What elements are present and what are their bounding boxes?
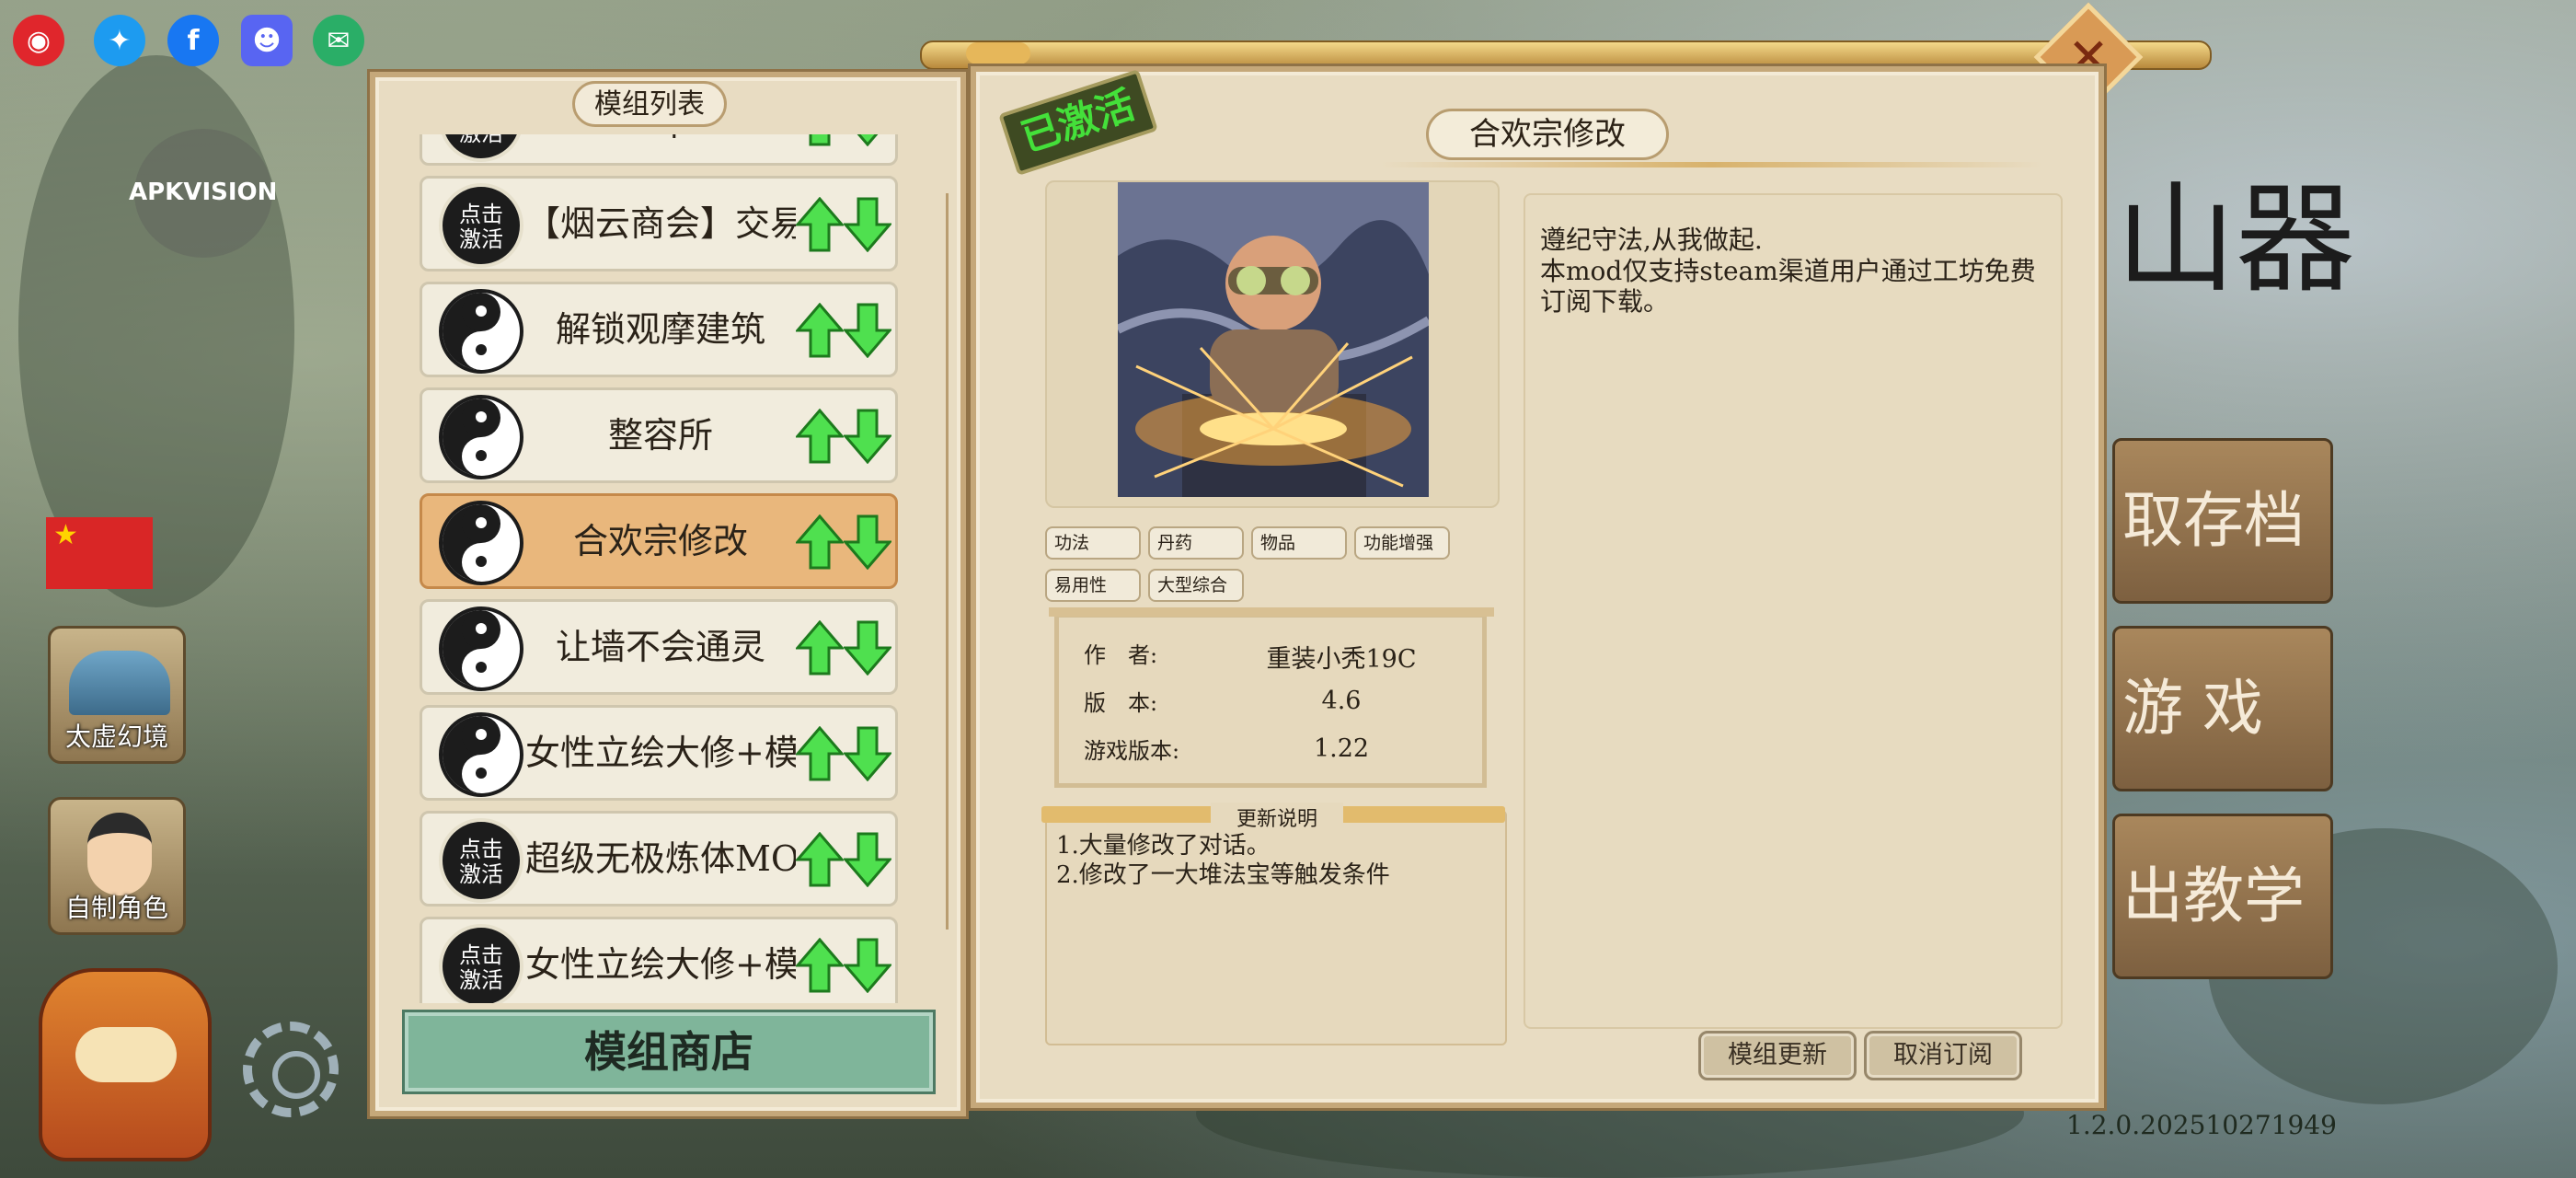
move-down-arrow-icon[interactable] [842,303,893,359]
info-value: 重装小秃19C [1266,645,1417,674]
move-up-arrow-icon[interactable] [794,302,845,358]
mod-list-item[interactable]: 点击 激活超级无极炼体MOD [420,811,898,907]
character-avatar-icon [87,813,152,895]
rod-knob [966,42,1030,64]
yin-yang-icon[interactable] [439,501,523,585]
move-up-arrow-icon[interactable] [794,725,845,781]
mod-list-item[interactable]: 让墙不会通灵 [420,599,898,695]
info-box-top-edge [1049,607,1494,617]
mod-list: 点击 激活超级存档|Steam点击 激活【烟云商会】交易+解锁观摩建筑整容所合欢… [416,134,902,1003]
mod-shop-button[interactable]: 模组商店 [405,1012,933,1091]
settings-gear-icon[interactable] [243,1022,339,1117]
facebook-icon[interactable]: f [167,15,219,66]
mod-name: 整容所 [607,415,713,456]
custom-role-label: 自制角色 [64,893,168,923]
info-value: 4.6 [1321,687,1362,715]
mod-list-item[interactable]: 合欢宗修改 [420,493,898,589]
move-up-arrow-icon[interactable] [794,514,845,570]
mod-name: 让墙不会通灵 [555,627,765,667]
mod-title: 合欢宗修改 [1426,109,1669,160]
move-up-arrow-icon[interactable] [794,831,845,887]
move-down-arrow-icon[interactable] [844,134,891,147]
move-down-arrow-icon[interactable] [842,197,893,253]
mod-preview-image [1118,182,1429,497]
taixu-button[interactable]: 太虚幻境 [48,626,186,764]
move-up-arrow-icon[interactable] [796,134,844,146]
mod-list-item[interactable]: 整容所 [420,387,898,483]
mountain-icon [69,651,170,715]
tutorial-button[interactable]: 出教学 [2112,814,2333,979]
mod-list-item[interactable]: 女性立绘大修+模型 [420,705,898,801]
language-flag-icon[interactable]: ★ [46,517,153,589]
version-text: 1.2.0.202510271949 [2066,1110,2337,1140]
mod-name: 【烟云商会】交易+ [525,203,796,244]
move-up-arrow-icon[interactable] [794,937,845,993]
mod-list-item[interactable]: 解锁观摩建筑 [420,282,898,377]
settings-gear-center [272,1051,320,1099]
mod-tag: 大型综合 [1148,569,1244,602]
mod-name: 超级无极炼体MOD [525,838,796,879]
yin-yang-icon[interactable] [439,395,523,479]
mod-list-item[interactable]: 点击 激活超级存档|Steam [420,134,898,166]
wechat-icon[interactable]: ✉ [313,15,364,66]
start-game-button[interactable]: 游 戏 [2112,626,2333,791]
unsubscribe-button[interactable]: 取消订阅 [1864,1031,2022,1080]
flag-star-icon: ★ [53,519,78,551]
yin-yang-icon[interactable] [439,606,523,691]
move-down-arrow-icon[interactable] [842,620,893,676]
activate-button[interactable]: 点击 激活 [439,183,523,268]
mod-name: 解锁观摩建筑 [555,309,765,350]
load-save-button[interactable]: 取存档 [2112,438,2333,604]
game-logo-calligraphy: 山器 [2116,169,2356,309]
move-down-arrow-icon[interactable] [842,726,893,782]
mod-tag: 物品 [1251,526,1347,560]
yin-yang-icon[interactable] [439,712,523,797]
update-note-line: 2.修改了一大堆法宝等触发条件 [1056,861,1390,889]
activate-button[interactable]: 点击 激活 [439,818,523,903]
move-up-arrow-icon[interactable] [794,196,845,252]
mod-update-button[interactable]: 模组更新 [1698,1031,1857,1080]
mod-list-item[interactable]: 点击 激活【烟云商会】交易+ [420,176,898,271]
twitter-icon[interactable]: ✦ [94,15,145,66]
weibo-icon[interactable]: ◉ [13,15,64,66]
move-up-arrow-icon[interactable] [794,619,845,676]
mod-name: 女性立绘大修+模型 [525,733,796,773]
lion-face [75,1027,177,1082]
mod-description-line: 遵纪守法,从我做起. [1540,225,1763,255]
info-label: 版 本: [1084,690,1158,716]
mod-description-box [1524,193,2063,1029]
move-up-arrow-icon[interactable] [794,408,845,464]
mod-tag: 功能增强 [1354,526,1450,560]
activate-button[interactable]: 点击 激活 [439,924,523,1003]
mod-name: 女性立绘大修+模型 [525,944,796,985]
activate-button[interactable]: 点击 激活 [439,134,523,162]
lion-mask-icon[interactable] [39,968,212,1161]
move-down-arrow-icon[interactable] [842,409,893,465]
mod-list-title: 模组列表 [572,81,727,127]
title-divider [1380,162,2042,167]
mod-tag: 功法 [1045,526,1141,560]
taixu-label: 太虚幻境 [64,722,168,752]
mod-description-line: 本mod仅支持steam渠道用户通过工坊免费订阅下载。 [1540,256,2036,317]
custom-role-button[interactable]: 自制角色 [48,797,186,935]
move-down-arrow-icon[interactable] [842,514,893,571]
yin-yang-icon[interactable] [439,289,523,374]
watermark-text: APKVISION [129,179,278,206]
info-label: 作 者: [1084,642,1158,668]
info-label: 游戏版本: [1084,738,1180,764]
move-down-arrow-icon[interactable] [842,938,893,994]
mod-name: 合欢宗修改 [572,521,748,561]
mod-tag: 易用性 [1045,569,1141,602]
mod-name: 超级存档|Steam [525,134,796,163]
info-value: 1.22 [1313,734,1370,763]
mod-tag: 丹药 [1148,526,1244,560]
move-down-arrow-icon[interactable] [842,832,893,888]
mod-tags: 功法 丹药 物品 功能增强易用性 大型综合 [1045,526,1505,609]
list-scrollbar[interactable] [946,193,965,930]
discord-icon[interactable]: ☻ [241,15,293,66]
mod-list-item[interactable]: 点击 激活女性立绘大修+模型 [420,917,898,1003]
